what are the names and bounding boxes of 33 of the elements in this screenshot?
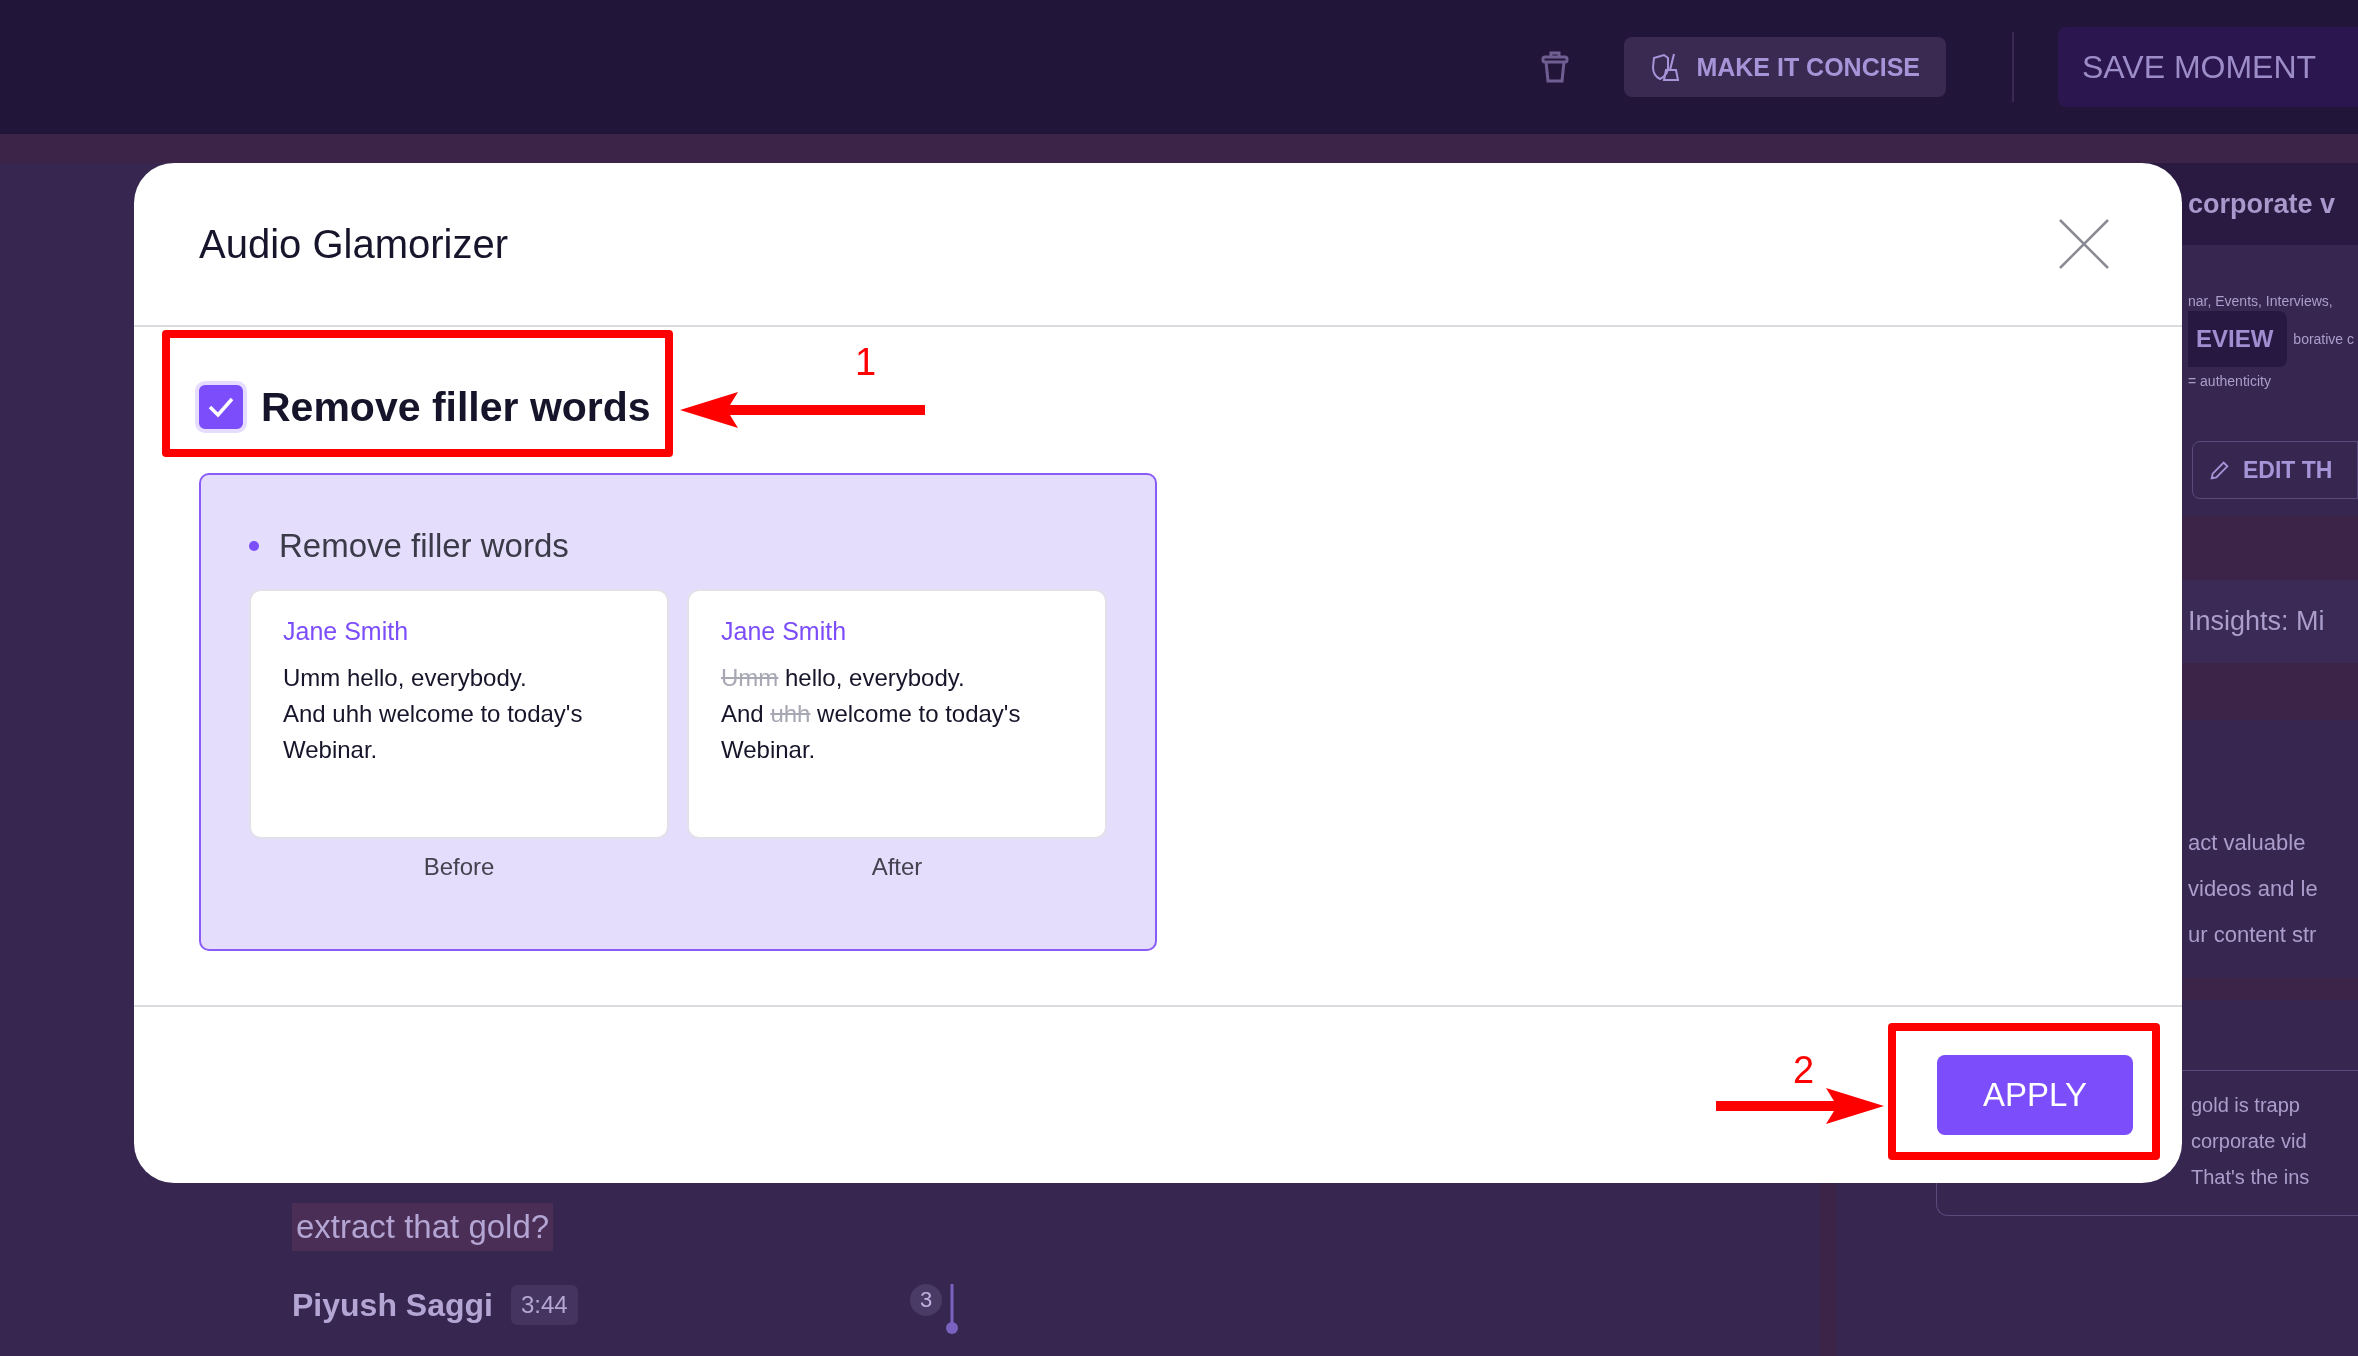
arrow-icon — [680, 392, 925, 428]
bullet-text: Remove filler words — [279, 527, 569, 565]
timestamp: 3:44 — [510, 1285, 578, 1325]
card-caption: Before — [423, 853, 495, 881]
card-caption: After — [871, 853, 923, 881]
tags-text: nar, Events, Interviews, — [2187, 292, 2334, 311]
example-text: Umm hello, everybody. And uhh welcome to today's Webinar. — [721, 663, 1022, 765]
body-text: act valuable videos and le ur content str — [2187, 829, 2319, 949]
step-number: 2 — [1793, 1050, 1815, 1090]
marker-label: 3 — [910, 1284, 942, 1316]
broom-icon — [1650, 52, 1681, 82]
quote-text: gold is trapp corporate vid That's the ins — [2191, 1093, 2311, 1190]
trash-icon[interactable] — [1540, 50, 1571, 84]
timeline-pin-icon — [946, 1284, 958, 1334]
speaker-name: Jane Smith — [721, 617, 848, 646]
make-concise-button[interactable]: MAKE IT CONCISE — [1624, 37, 1946, 97]
speaker-name: Piyush Saggi — [292, 1286, 493, 1325]
example-text: Umm hello, everybody. And uhh welcome to today's Webinar. — [283, 663, 584, 765]
checkbox[interactable] — [195, 381, 247, 433]
review-button[interactable]: EVIEW — [2188, 311, 2288, 367]
note-text: borative c — [2293, 331, 2355, 347]
dialog-title: Audio Glamorizer — [199, 221, 508, 267]
apply-button[interactable]: APPLY — [1937, 1055, 2133, 1135]
save-moment-button[interactable]: SAVE MOMENT — [2058, 27, 2358, 107]
edit-button[interactable]: EDIT TH — [2192, 441, 2358, 499]
formula-text: = authenticity — [2187, 372, 2272, 389]
bullet-icon — [249, 541, 259, 551]
transcript-text: extract that gold? — [292, 1203, 554, 1251]
pencil-icon — [2209, 459, 2231, 481]
arrow-icon — [1716, 1088, 1884, 1124]
speaker-name: Jane Smith — [283, 617, 410, 646]
step-number: 1 — [855, 342, 877, 382]
option-label: Remove filler words — [261, 383, 651, 431]
